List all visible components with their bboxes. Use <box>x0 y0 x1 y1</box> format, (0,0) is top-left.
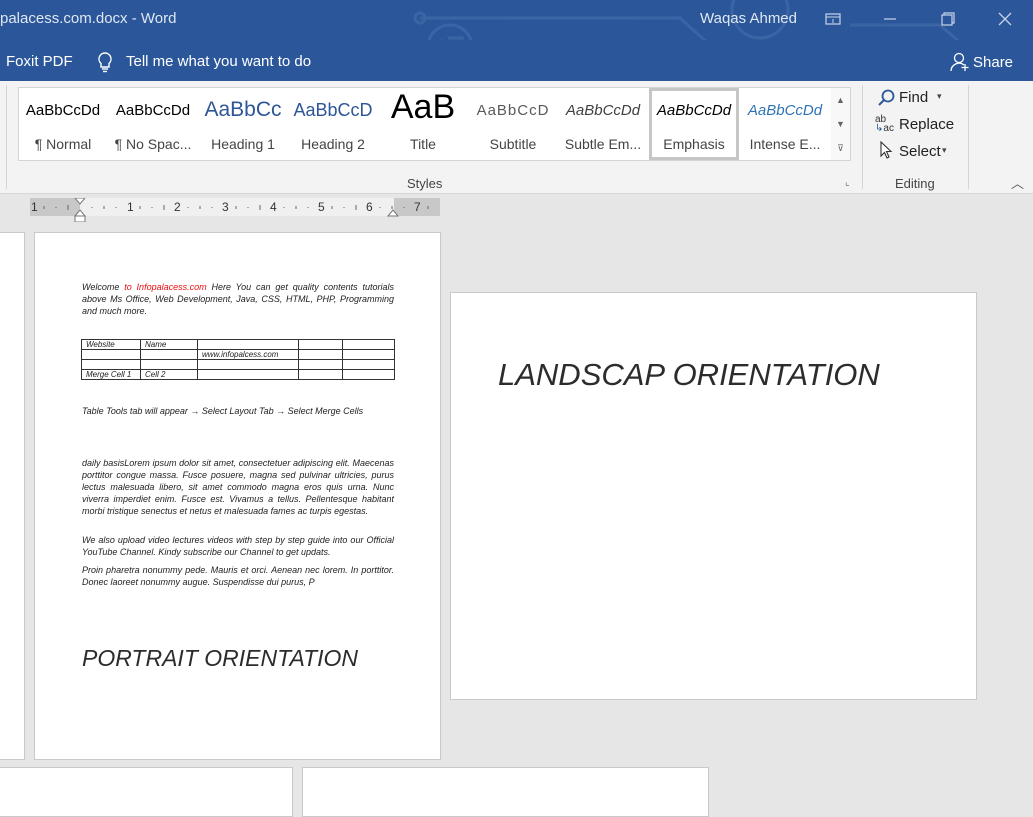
styles-gallery: AaBbCcDd ¶ Normal AaBbCcDd ¶ No Spac... … <box>18 87 833 161</box>
portrait-page[interactable]: Welcome to Infopalacess.com Here You can… <box>34 232 441 760</box>
style-subtitle[interactable]: AaBbCcD Subtitle <box>469 88 557 160</box>
select-cursor-icon <box>879 140 893 164</box>
find-icon <box>878 89 896 112</box>
ruler-number: 2 <box>174 200 181 214</box>
ruler-number: 4 <box>270 200 277 214</box>
instruction-text: Table Tools tab will appear → Select Lay… <box>82 406 364 416</box>
minimize-icon[interactable] <box>878 8 902 30</box>
intro-paragraph: Welcome to Infopalacess.com Here You can… <box>82 282 394 316</box>
user-name[interactable]: Waqas Ahmed <box>700 10 797 27</box>
scroll-down-icon[interactable]: ▼ <box>831 112 850 136</box>
ruler-number: 1 <box>31 200 38 214</box>
style-subtle-emphasis[interactable]: AaBbCcDd Subtle Em... <box>559 88 647 160</box>
style-intense-emphasis[interactable]: AaBbCcDd Intense E... <box>741 88 829 160</box>
chevron-down-icon[interactable]: ▾ <box>942 145 947 156</box>
style-emphasis[interactable]: AaBbCcDd Emphasis <box>649 88 739 160</box>
tell-me-bar: Foxit PDF Tell me what you want to do Sh… <box>0 40 1033 81</box>
landscape-page[interactable]: LANDSCAP ORIENTATION <box>450 292 977 700</box>
ribbon-display-icon[interactable] <box>821 8 845 30</box>
youtube-paragraph: We also upload video lectures videos wit… <box>82 535 394 557</box>
style-title[interactable]: AaB Title <box>379 88 467 160</box>
replace-button[interactable]: Replace <box>899 116 954 133</box>
portrait-orientation-label: PORTRAIT ORIENTATION <box>82 645 359 671</box>
ruler-number: 7 <box>414 200 421 214</box>
ruler-number: 3 <box>222 200 229 214</box>
share-button[interactable]: Share <box>973 54 1013 71</box>
styles-group-label: Styles <box>407 176 443 191</box>
ribbon: AaBbCcDd ¶ Normal AaBbCcDd ¶ No Spac... … <box>0 81 1033 194</box>
document-table[interactable]: Website Name www.infopalcess.com Merge C… <box>81 339 395 380</box>
close-icon[interactable] <box>993 8 1017 30</box>
next-page-left <box>0 767 293 817</box>
lightbulb-icon <box>96 51 114 78</box>
ruler-number: 6 <box>366 200 373 214</box>
tell-me-input[interactable]: Tell me what you want to do <box>126 53 311 70</box>
editing-group-label: Editing <box>895 176 935 191</box>
style-no-spacing[interactable]: AaBbCcDd ¶ No Spac... <box>109 88 197 160</box>
restore-icon[interactable] <box>936 8 960 30</box>
group-divider <box>6 85 7 189</box>
style-heading-1[interactable]: AaBbCc Heading 1 <box>199 88 287 160</box>
document-title: palacess.com.docx - Word <box>0 10 177 27</box>
style-normal[interactable]: AaBbCcDd ¶ Normal <box>19 88 107 160</box>
lorem-paragraph-2: Proin pharetra nonummy pede. Mauris et o… <box>82 565 394 587</box>
table-row: Merge Cell 1 Cell 2 <box>81 369 395 380</box>
ruler-ticks <box>43 198 429 222</box>
group-divider <box>862 85 863 189</box>
ruler-number: 1 <box>127 200 134 214</box>
dialog-launcher-icon[interactable]: ⌞ <box>845 177 850 188</box>
table-row: www.infopalcess.com <box>81 349 395 360</box>
ruler-number: 5 <box>318 200 325 214</box>
group-divider <box>968 85 969 189</box>
next-page-right <box>302 767 709 817</box>
lorem-paragraph: daily basisLorem ipsum dolor sit amet, c… <box>82 458 394 516</box>
share-person-icon <box>950 52 970 77</box>
find-button[interactable]: Find <box>899 89 928 106</box>
styles-gallery-scroll: ▲ ▼ ⊽ <box>831 87 851 161</box>
select-button[interactable]: Select <box>899 143 941 160</box>
title-bar: palacess.com.docx - Word Waqas Ahmed <box>0 0 1033 40</box>
landscape-orientation-label: LANDSCAP ORIENTATION <box>498 357 880 392</box>
scroll-up-icon[interactable]: ▲ <box>831 88 850 112</box>
replace-icon: ab ↳ac <box>875 114 894 134</box>
collapse-ribbon-icon[interactable]: ︿ <box>1011 173 1024 192</box>
more-styles-icon[interactable]: ⊽ <box>831 136 850 160</box>
tab-foxit-pdf[interactable]: Foxit PDF <box>6 53 73 70</box>
previous-page <box>0 232 25 760</box>
table-row <box>81 359 395 370</box>
style-heading-2[interactable]: AaBbCcD Heading 2 <box>289 88 377 160</box>
chevron-down-icon[interactable]: ▾ <box>937 91 942 102</box>
intro-link: to Infopalacess.com <box>124 282 207 292</box>
table-row: Website Name <box>81 339 395 350</box>
